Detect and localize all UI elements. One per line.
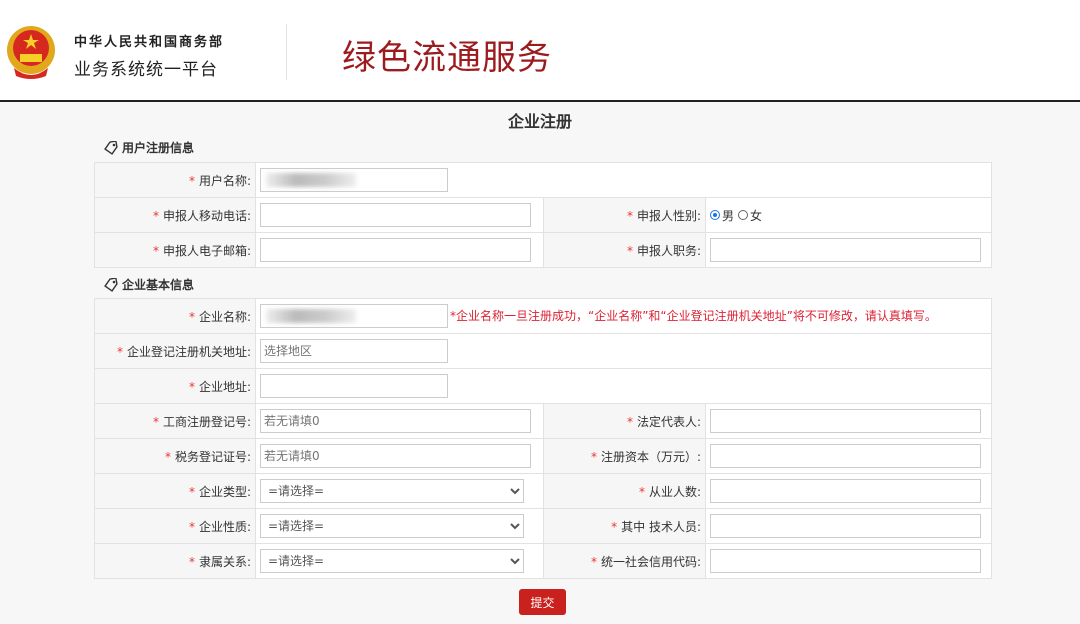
company-nature-select[interactable]: =请选择= bbox=[260, 514, 524, 538]
company-section-header: 企业基本信息 bbox=[103, 276, 194, 293]
radio-checked-icon bbox=[710, 210, 720, 220]
required-mark: * bbox=[188, 519, 195, 534]
address-input[interactable] bbox=[260, 374, 448, 398]
credit-code-label: 统一社会信用代码: bbox=[600, 554, 701, 569]
header-divider bbox=[286, 24, 287, 80]
position-label: 申报人职务: bbox=[636, 243, 701, 258]
required-mark: * bbox=[188, 173, 195, 188]
platform-name: 业务系统统一平台 bbox=[74, 60, 218, 80]
legal-rep-label: 法定代表人: bbox=[636, 414, 701, 429]
section-title: 用户注册信息 bbox=[122, 141, 195, 155]
table-row: * 申报人电子邮箱: * 申报人职务: bbox=[94, 232, 992, 268]
company-info-table: * 企业名称: *企业名称一旦注册成功，“企业名称”和“企业登记注册机关地址”将不… bbox=[94, 298, 992, 579]
required-mark: * bbox=[638, 484, 645, 499]
company-name-label: 企业名称: bbox=[198, 309, 251, 324]
radio-unchecked-icon bbox=[738, 210, 749, 220]
gender-male-radio[interactable]: 男 bbox=[710, 207, 734, 224]
tax-input[interactable] bbox=[260, 444, 531, 468]
redacted-value bbox=[266, 173, 356, 187]
biz-reg-input[interactable] bbox=[260, 409, 531, 433]
required-mark: * bbox=[164, 449, 171, 464]
tax-label: 税务登记证号: bbox=[174, 449, 251, 464]
reg-address-input[interactable] bbox=[260, 339, 448, 363]
gender-female-radio[interactable]: 女 bbox=[738, 207, 762, 224]
header: 中华人民共和国商务部 业务系统统一平台 绿色流通服务 bbox=[0, 0, 1080, 102]
required-mark: * bbox=[188, 309, 195, 324]
section-title: 企业基本信息 bbox=[122, 278, 195, 292]
table-row: * 企业登记注册机关地址: bbox=[94, 333, 992, 369]
required-mark: * bbox=[590, 449, 597, 464]
affiliation-select[interactable]: =请选择= bbox=[260, 549, 524, 573]
tech-staff-input[interactable] bbox=[710, 514, 981, 538]
page-title: 企业注册 bbox=[507, 112, 572, 131]
tag-icon bbox=[104, 277, 118, 292]
required-mark: * bbox=[152, 208, 159, 223]
required-mark: * bbox=[626, 414, 633, 429]
capital-label: 注册资本（万元）: bbox=[600, 449, 701, 464]
company-type-select[interactable]: =请选择= bbox=[260, 479, 524, 503]
biz-reg-label: 工商注册登记号: bbox=[162, 414, 251, 429]
table-row: *工商注册登记号: *法定代表人: bbox=[94, 403, 992, 439]
affiliation-label: 隶属关系: bbox=[198, 554, 251, 569]
required-mark: * bbox=[116, 344, 123, 359]
submit-button[interactable]: 提交 bbox=[519, 589, 566, 615]
required-mark: * bbox=[590, 554, 597, 569]
table-row: * 企业地址: bbox=[94, 368, 992, 404]
required-mark: * bbox=[626, 243, 633, 258]
brand-title: 绿色流通服务 bbox=[342, 38, 552, 78]
legal-rep-input[interactable] bbox=[710, 409, 981, 433]
mobile-label: 申报人移动电话: bbox=[162, 208, 251, 223]
employees-label: 从业人数: bbox=[648, 484, 701, 499]
table-row: *税务登记证号: *注册资本（万元）: bbox=[94, 438, 992, 474]
table-row: * 企业名称: *企业名称一旦注册成功，“企业名称”和“企业登记注册机关地址”将不… bbox=[94, 298, 992, 334]
address-label: 企业地址: bbox=[198, 379, 251, 394]
mobile-input[interactable] bbox=[260, 203, 531, 227]
required-mark: * bbox=[626, 208, 633, 223]
gender-label: 申报人性别: bbox=[636, 208, 701, 223]
tech-staff-label: 其中 技术人员: bbox=[621, 519, 701, 534]
org-name: 中华人民共和国商务部 bbox=[74, 35, 225, 50]
user-section-header: 用户注册信息 bbox=[103, 139, 194, 156]
email-input[interactable] bbox=[260, 238, 531, 262]
table-row: * 企业性质: =请选择= * 其中 技术人员: bbox=[94, 508, 992, 544]
table-row: * 申报人移动电话: * 申报人性别: 男女 bbox=[94, 197, 992, 233]
required-mark: * bbox=[152, 414, 159, 429]
capital-input[interactable] bbox=[710, 444, 981, 468]
table-row: * 用户名称: bbox=[94, 162, 992, 198]
redacted-value bbox=[266, 309, 356, 323]
company-name-note: *企业名称一旦注册成功，“企业名称”和“企业登记注册机关地址”将不可修改，请认真… bbox=[450, 309, 937, 323]
user-info-table: * 用户名称: * 申报人移动电话: * 申报人性别: 男女 * 申报人电子邮箱: * 申… bbox=[94, 162, 992, 268]
radio-label: 男 bbox=[722, 208, 735, 223]
required-mark: * bbox=[611, 519, 618, 534]
nature-label: 企业性质: bbox=[198, 519, 251, 534]
tag-icon bbox=[104, 140, 118, 155]
email-label: 申报人电子邮箱: bbox=[162, 243, 251, 258]
required-mark: * bbox=[152, 243, 159, 258]
reg-address-label: 企业登记注册机关地址: bbox=[126, 344, 251, 359]
table-row: * 企业类型: =请选择= * 从业人数: bbox=[94, 473, 992, 509]
required-mark: * bbox=[188, 484, 195, 499]
radio-label: 女 bbox=[750, 208, 763, 223]
credit-code-input[interactable] bbox=[710, 549, 981, 573]
table-row: * 隶属关系: =请选择= * 统一社会信用代码: bbox=[94, 543, 992, 579]
required-mark: * bbox=[188, 554, 195, 569]
username-label: 用户名称: bbox=[198, 173, 251, 188]
required-mark: * bbox=[188, 379, 195, 394]
type-label: 企业类型: bbox=[198, 484, 251, 499]
position-input[interactable] bbox=[710, 238, 981, 262]
employees-input[interactable] bbox=[710, 479, 981, 503]
national-emblem-icon bbox=[7, 26, 55, 79]
